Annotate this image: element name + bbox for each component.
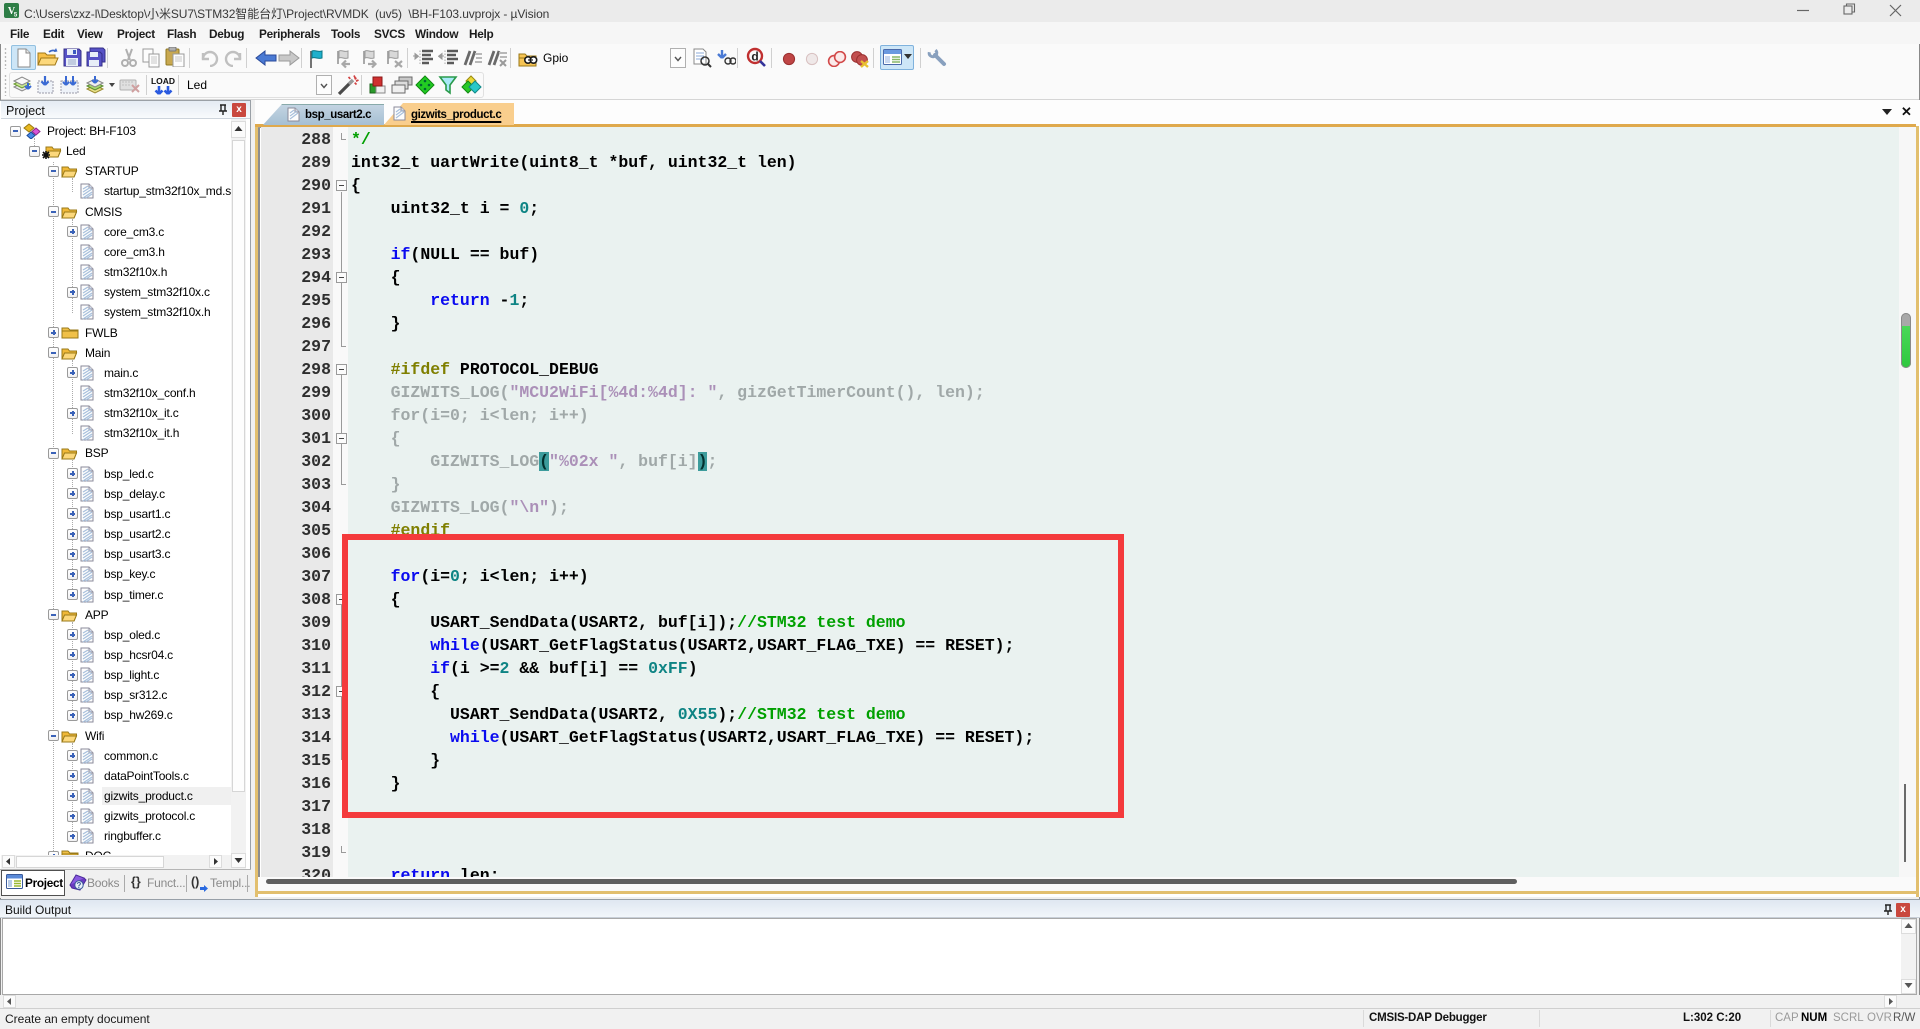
svg-text:d: d (751, 50, 758, 64)
svg-text:?: ? (77, 881, 82, 890)
